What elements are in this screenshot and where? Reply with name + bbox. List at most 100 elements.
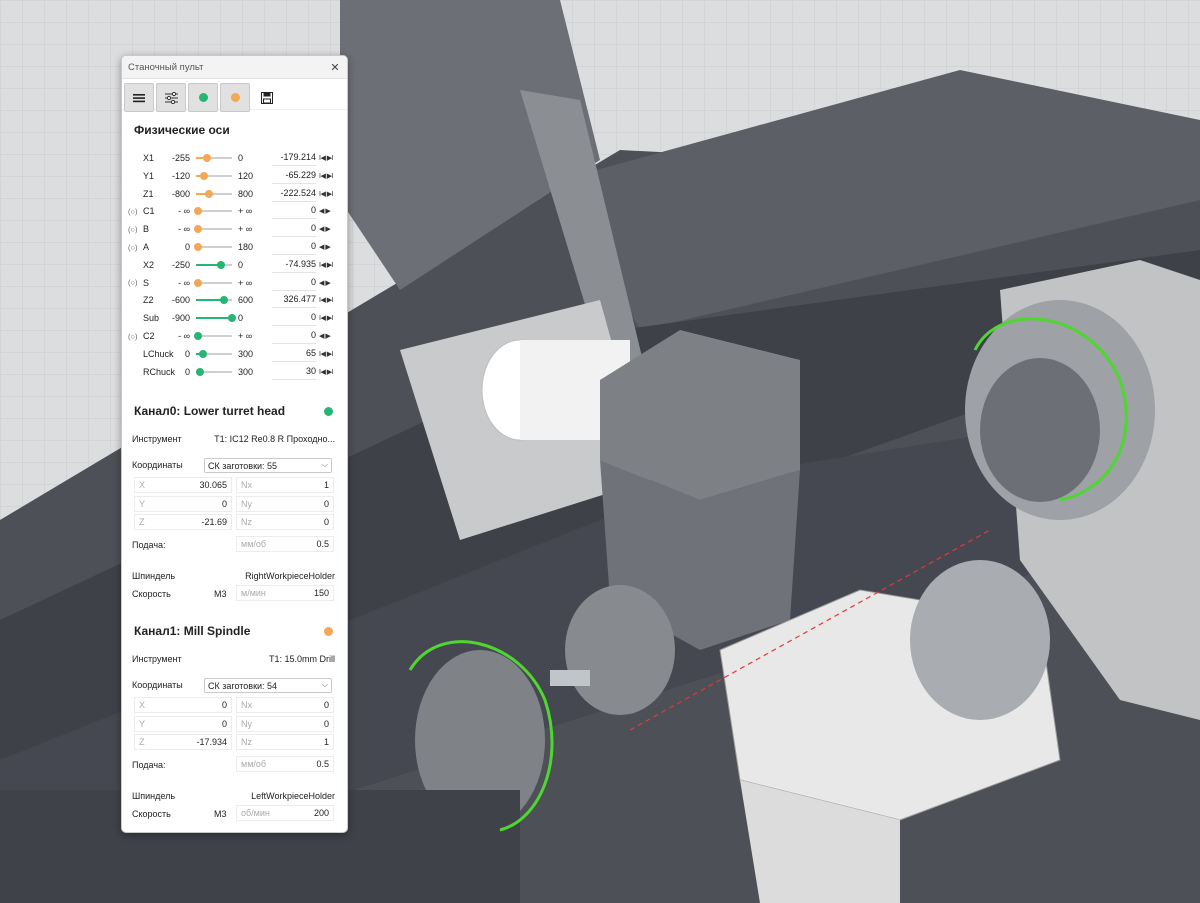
channel0-status-button[interactable]	[188, 83, 218, 112]
axis-value-input[interactable]: -74.935	[272, 257, 316, 273]
axis-slider-knob[interactable]	[193, 225, 202, 234]
axis-step-controls[interactable]: ◀ ▶	[319, 332, 331, 340]
axis-value-input[interactable]: 0	[272, 203, 316, 220]
speed-unit: об/мин	[241, 808, 270, 818]
axis-slider[interactable]	[193, 225, 232, 234]
speed-value: 150	[313, 588, 329, 598]
axis-slider[interactable]	[193, 332, 232, 340]
coord-field-z[interactable]: Z -17.934	[134, 734, 232, 750]
axis-slider-knob[interactable]	[193, 332, 202, 340]
coord-field-value: 0	[221, 700, 227, 710]
axis-slider-knob[interactable]	[193, 278, 202, 287]
speed-input[interactable]: об/мин 200	[236, 805, 334, 821]
axis-step-controls[interactable]: ◀ ▶	[319, 279, 331, 287]
coords-select[interactable]: СК заготовки: 54 ⌵	[204, 678, 332, 693]
sliders-button[interactable]	[156, 83, 186, 112]
axis-slider-knob[interactable]	[202, 154, 211, 162]
axis-lock-icon[interactable]: (○)	[128, 243, 138, 252]
spindle-value: RightWorkpieceHolder	[245, 571, 335, 581]
axis-value-input[interactable]: 326.477	[272, 292, 316, 309]
axis-value-input[interactable]: 0	[272, 239, 316, 255]
axis-slider[interactable]	[196, 154, 232, 162]
coord-field-ny[interactable]: Ny 0	[236, 495, 334, 512]
channel1-status-button[interactable]	[220, 83, 250, 112]
coord-field-x[interactable]: X0	[134, 697, 232, 713]
axis-min: -250	[171, 259, 190, 270]
axis-step-controls[interactable]: ◀ ▶	[319, 225, 331, 233]
axis-step-controls[interactable]: I◀ ▶I	[319, 261, 334, 269]
coord-field-y[interactable]: Y0	[134, 715, 232, 732]
axis-value-input[interactable]: -65.229	[272, 168, 316, 184]
axis-slider[interactable]	[195, 367, 232, 376]
axis-lock-icon[interactable]: (○)	[128, 278, 138, 287]
save-button[interactable]	[252, 83, 282, 112]
axis-min: 0	[184, 242, 190, 252]
axis-slider-knob[interactable]	[200, 171, 209, 180]
axis-slider-knob[interactable]	[193, 207, 202, 216]
axis-step-controls[interactable]: I◀ ▶I	[319, 368, 334, 376]
axis-value-input[interactable]: 0	[272, 221, 316, 238]
machine-control-panel: Станочный пульт ✕ Физические оси X1 -255 0…	[121, 55, 348, 833]
axis-value-input[interactable]: -179.214	[272, 150, 316, 166]
axis-max: 180	[238, 242, 254, 252]
menu-button[interactable]	[124, 83, 154, 112]
axis-slider-knob[interactable]	[193, 243, 202, 251]
axis-lock-icon[interactable]: (○)	[128, 207, 138, 216]
speed-input[interactable]: м/мин 150	[236, 585, 334, 601]
coord-field-nz[interactable]: Nz 0	[236, 514, 334, 530]
close-icon[interactable]: ✕	[329, 61, 341, 74]
axis-value-input[interactable]: 0	[272, 275, 316, 291]
feed-input[interactable]: мм/об 0.5	[236, 756, 334, 772]
axis-name: LChuck	[143, 348, 174, 359]
coord-field-nz[interactable]: Nz 1	[236, 734, 334, 750]
axis-value-input[interactable]: 30	[272, 364, 316, 380]
axis-slider-knob[interactable]	[228, 314, 236, 323]
axis-value-input[interactable]: 0	[272, 328, 316, 344]
axis-step-controls[interactable]: I◀ ▶I	[319, 314, 334, 322]
sliders-icon	[164, 91, 178, 104]
axes-section-title: Физические оси	[134, 123, 333, 137]
axis-value-input[interactable]: 0	[272, 310, 316, 327]
coords-select[interactable]: СК заготовки: 55 ⌵	[204, 458, 332, 473]
axis-slider[interactable]	[196, 296, 232, 305]
axis-step-controls[interactable]: ◀ ▶	[319, 207, 331, 215]
axis-row-z2: Z2 -600 600 326.477 I◀ ▶I	[122, 291, 347, 309]
axis-step-controls[interactable]: I◀ ▶I	[319, 172, 334, 180]
axis-slider[interactable]	[196, 171, 232, 180]
axis-step-controls[interactable]: I◀ ▶I	[319, 350, 334, 358]
axis-slider-knob[interactable]	[199, 349, 208, 358]
axis-value-input[interactable]: 65	[272, 346, 316, 362]
axis-lock-icon[interactable]: (○)	[128, 332, 138, 341]
axis-slider-knob[interactable]	[219, 296, 228, 305]
coord-field-ny[interactable]: Ny 0	[236, 715, 334, 732]
axis-value-input[interactable]: -222.524	[272, 186, 316, 202]
axis-slider[interactable]	[193, 243, 232, 251]
speed-unit: м/мин	[241, 588, 266, 598]
axis-slider-knob[interactable]	[195, 367, 204, 376]
axis-slider-knob[interactable]	[204, 189, 213, 198]
axis-slider[interactable]	[196, 189, 232, 198]
coord-field-y[interactable]: Y0	[134, 495, 232, 512]
axis-name: S	[143, 277, 150, 288]
axis-min: -800	[171, 188, 190, 199]
axis-step-controls[interactable]: I◀ ▶I	[319, 296, 334, 304]
coord-field-x[interactable]: X 30.065	[134, 477, 232, 493]
coord-field-nx[interactable]: Nx 0	[236, 697, 334, 713]
axis-slider[interactable]	[196, 349, 232, 358]
axis-slider[interactable]	[193, 207, 232, 216]
axis-slider[interactable]	[196, 260, 232, 269]
axis-step-controls[interactable]: ◀ ▶	[319, 243, 331, 251]
panel-titlebar[interactable]: Станочный пульт ✕	[122, 56, 347, 79]
coord-field-nx[interactable]: Nx 1	[236, 477, 334, 493]
axis-slider[interactable]	[193, 278, 232, 287]
axis-slider-knob[interactable]	[217, 260, 226, 269]
axis-step-controls[interactable]: I◀ ▶I	[319, 154, 334, 162]
coord-field-key: Z	[139, 517, 145, 527]
axis-lock-icon[interactable]: (○)	[128, 225, 138, 234]
right-chuck-inner	[980, 358, 1100, 502]
feed-input[interactable]: мм/об 0.5	[236, 536, 334, 552]
axis-slider[interactable]	[196, 314, 236, 323]
axis-row-x2: X2 -250 0 -74.935 I◀ ▶I	[122, 256, 347, 274]
axis-step-controls[interactable]: I◀ ▶I	[319, 190, 334, 198]
coord-field-z[interactable]: Z -21.69	[134, 514, 232, 530]
